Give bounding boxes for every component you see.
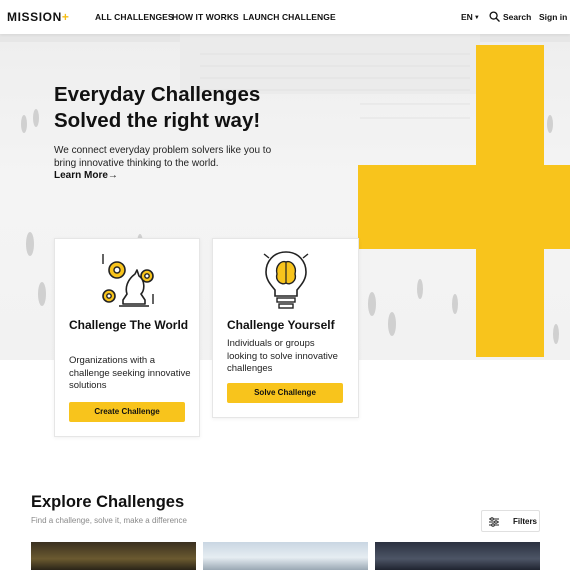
brain-lightbulb-icon bbox=[263, 251, 309, 309]
logo[interactable]: MISSION+ bbox=[7, 10, 69, 24]
language-selector[interactable]: EN▼ bbox=[461, 12, 480, 22]
search-icon bbox=[489, 11, 500, 22]
challenge-yourself-card: Challenge Yourself Individuals or groups… bbox=[212, 238, 359, 418]
card-description: Individuals or groups looking to solve i… bbox=[227, 338, 338, 374]
filters-label: Filters bbox=[513, 517, 538, 526]
card-title: Challenge Yourself bbox=[227, 318, 335, 332]
search-label: Search bbox=[503, 11, 532, 22]
search-button[interactable]: Search bbox=[489, 11, 531, 22]
card-title: Challenge The World bbox=[69, 318, 189, 332]
challenge-the-world-card: Challenge The World Organizations with a… bbox=[54, 238, 200, 437]
language-label: EN bbox=[461, 12, 473, 22]
hero-subtitle: We connect everyday problem solvers like… bbox=[54, 145, 284, 170]
explore-title: Explore Challenges bbox=[31, 493, 185, 511]
nav-link-launch-challenge[interactable]: LAUNCH CHALLENGE bbox=[243, 12, 336, 22]
explore-subtitle: Find a challenge, solve it, make a diffe… bbox=[31, 516, 187, 525]
challenge-thumbnail[interactable] bbox=[203, 542, 368, 570]
gears-chess-knight-icon bbox=[102, 254, 154, 307]
sliders-icon bbox=[489, 517, 499, 527]
hero-title-line2: Solved the right way! bbox=[54, 109, 261, 132]
signin-link[interactable]: Sign in bbox=[539, 12, 567, 22]
caret-down-icon: ▼ bbox=[473, 15, 480, 21]
hero-title-line1: Everyday Challenges bbox=[54, 83, 261, 106]
hero-title: Everyday Challenges Solved the right way… bbox=[54, 82, 334, 134]
challenge-thumbnail[interactable] bbox=[31, 542, 196, 570]
challenge-thumbnail[interactable] bbox=[375, 542, 540, 570]
filters-button[interactable]: Filters bbox=[481, 510, 540, 532]
nav-link-how-it-works[interactable]: HOW IT WORKS bbox=[172, 12, 239, 22]
nav-link-all-challenges[interactable]: ALL CHALLENGES bbox=[95, 12, 174, 22]
logo-text: MISSION bbox=[7, 10, 62, 24]
create-challenge-button[interactable]: Create Challenge bbox=[69, 402, 185, 422]
hero-subtitle-line2: bring innovative thinking to the world. bbox=[54, 157, 219, 169]
logo-plus-mark: + bbox=[61, 10, 70, 24]
solve-challenge-button[interactable]: Solve Challenge bbox=[227, 383, 343, 403]
top-nav: MISSION+ ALL CHALLENGES HOW IT WORKS LAU… bbox=[0, 0, 570, 34]
card-description: Organizations with a challenge seeking i… bbox=[69, 355, 191, 391]
hero-plus-shape-horizontal bbox=[358, 165, 570, 249]
hero-subtitle-line1: We connect everyday problem solvers like… bbox=[54, 145, 272, 156]
learn-more-link[interactable]: Learn More→ bbox=[54, 170, 118, 181]
